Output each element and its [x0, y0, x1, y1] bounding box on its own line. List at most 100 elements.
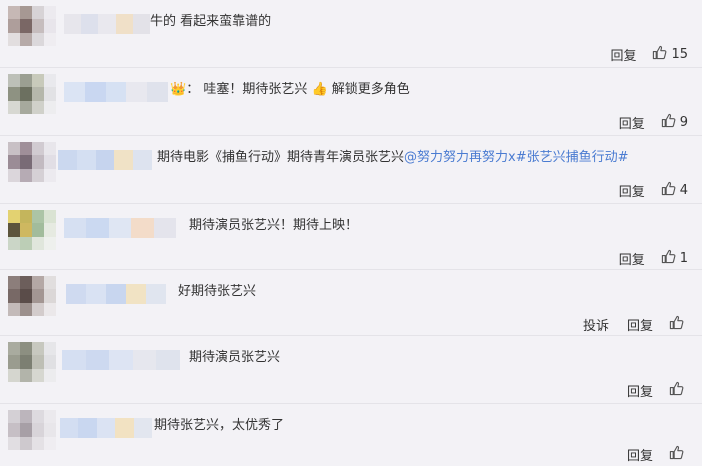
avatar-mosaic-cell: [20, 355, 32, 369]
comment-text: 好期待张艺兴: [178, 282, 256, 302]
like-button[interactable]: 9: [661, 113, 688, 132]
reply-button[interactable]: 回复: [619, 113, 645, 132]
comment-item: 期待演员张艺兴！期待上映！ 回复 1: [0, 204, 702, 270]
comment-body: 好期待张艺兴: [178, 284, 257, 299]
reply-button[interactable]: 回复: [610, 45, 636, 64]
avatar[interactable]: [8, 342, 56, 382]
avatar-mosaic-cell: [32, 410, 44, 424]
like-button[interactable]: 15: [652, 45, 688, 64]
avatar-mosaic-cell: [20, 74, 32, 88]
name-mosaic-cell: [64, 14, 82, 34]
avatar-mosaic-cell: [32, 168, 44, 182]
avatar[interactable]: [8, 6, 56, 46]
thumbs-up-icon: [661, 113, 676, 132]
like-button[interactable]: 1: [661, 249, 688, 268]
report-button[interactable]: 投诉: [583, 315, 609, 334]
avatar-mosaic-cell: [32, 355, 44, 369]
crown-emoji-icon: 👑: [170, 82, 187, 97]
avatar-mosaic-cell: [44, 410, 56, 424]
reply-button[interactable]: 回复: [619, 181, 645, 200]
like-button[interactable]: 4: [661, 181, 688, 200]
avatar-mosaic-cell: [44, 6, 56, 20]
like-count: 15: [671, 46, 688, 62]
avatar-mosaic-cell: [20, 32, 32, 46]
avatar-mosaic-cell: [32, 87, 44, 101]
avatar-mosaic-cell: [20, 19, 32, 33]
name-mosaic-cell: [76, 150, 96, 170]
avatar-mosaic-cell: [32, 236, 44, 250]
comment-body: 期待演员张艺兴: [189, 350, 281, 365]
comment-actions: 回复 15: [592, 44, 688, 64]
comment-text: 牛的 看起来蛮靠谱的: [150, 12, 271, 32]
like-button[interactable]: [669, 445, 688, 464]
comment-actions: 投诉 回复: [565, 314, 688, 334]
avatar-mosaic-cell: [44, 155, 56, 169]
avatar[interactable]: [8, 74, 56, 114]
avatar-mosaic-cell: [8, 32, 20, 46]
avatar-mosaic-cell: [8, 155, 20, 169]
name-mosaic-cell: [114, 150, 134, 170]
avatar-mosaic-cell: [20, 155, 32, 169]
user-name-blurred[interactable]: [60, 418, 153, 438]
name-mosaic-cell: [133, 150, 152, 170]
like-count: 9: [679, 114, 688, 130]
avatar-mosaic-cell: [8, 87, 20, 101]
mention-hashtag-link[interactable]: @努力努力再努力x#张艺兴捕鱼行动#: [404, 150, 628, 165]
thumbs-up-icon: [669, 381, 684, 400]
thumbs-up-icon: [661, 181, 676, 200]
reply-button[interactable]: 回复: [627, 315, 653, 334]
avatar-mosaic-cell: [20, 436, 32, 450]
avatar-mosaic-cell: [20, 210, 32, 224]
name-mosaic-cell: [98, 14, 116, 34]
like-button[interactable]: [669, 315, 688, 334]
comment-item: 牛的 看起来蛮靠谱的 回复 15: [0, 0, 702, 68]
avatar[interactable]: [8, 210, 56, 250]
avatar-mosaic-cell: [20, 410, 32, 424]
user-name-blurred[interactable]: [62, 350, 180, 370]
avatar-mosaic-cell: [20, 342, 32, 356]
avatar-mosaic-cell: [44, 302, 56, 316]
avatar-mosaic-cell: [20, 6, 32, 20]
avatar-mosaic-cell: [32, 19, 44, 33]
name-mosaic-cell: [108, 218, 132, 238]
thumbs-up-emoji-icon: 👍: [311, 82, 328, 97]
avatar-mosaic-cell: [8, 289, 20, 303]
comment-item: 期待演员张艺兴 回复: [0, 336, 702, 404]
comment-text: 期待演员张艺兴: [189, 348, 280, 368]
avatar-mosaic-cell: [8, 342, 20, 356]
comment-actions: 回复 1: [601, 248, 688, 268]
comment-text: 期待电影《捕鱼行动》期待青年演员张艺兴@努力努力再努力x#张艺兴捕鱼行动#: [157, 148, 629, 168]
avatar-mosaic-cell: [8, 410, 20, 424]
avatar-mosaic-cell: [44, 19, 56, 33]
thumbs-up-icon: [669, 445, 684, 464]
reply-button[interactable]: 回复: [627, 445, 653, 464]
comment-item: 期待张艺兴，太优秀了 回复: [0, 404, 702, 466]
avatar[interactable]: [8, 276, 56, 316]
avatar-mosaic-cell: [20, 87, 32, 101]
name-mosaic-cell: [109, 350, 133, 370]
comment-actions: 回复: [609, 444, 688, 464]
name-mosaic-cell: [84, 82, 106, 102]
comment-body: 期待电影《捕鱼行动》期待青年演员张艺兴: [157, 150, 405, 165]
user-name-blurred[interactable]: [64, 82, 168, 102]
name-mosaic-cell: [126, 284, 146, 304]
avatar-mosaic-cell: [8, 6, 20, 20]
avatar[interactable]: [8, 410, 56, 450]
like-button[interactable]: [669, 381, 688, 400]
name-mosaic-cell: [58, 150, 77, 170]
comment-actions: 回复 9: [601, 112, 688, 132]
user-name-blurred[interactable]: [66, 284, 166, 304]
thumbs-up-icon: [669, 315, 684, 334]
avatar-mosaic-cell: [32, 289, 44, 303]
reply-button[interactable]: 回复: [627, 381, 653, 400]
reply-button[interactable]: 回复: [619, 249, 645, 268]
avatar-mosaic-cell: [32, 74, 44, 88]
name-mosaic-cell: [105, 82, 127, 102]
avatar[interactable]: [8, 142, 56, 182]
user-name-blurred[interactable]: [64, 218, 177, 238]
user-name-blurred[interactable]: [58, 150, 152, 170]
avatar-mosaic-cell: [8, 236, 20, 250]
user-name-blurred[interactable]: [64, 14, 151, 34]
avatar-mosaic-cell: [32, 32, 44, 46]
name-mosaic-cell: [115, 418, 134, 438]
